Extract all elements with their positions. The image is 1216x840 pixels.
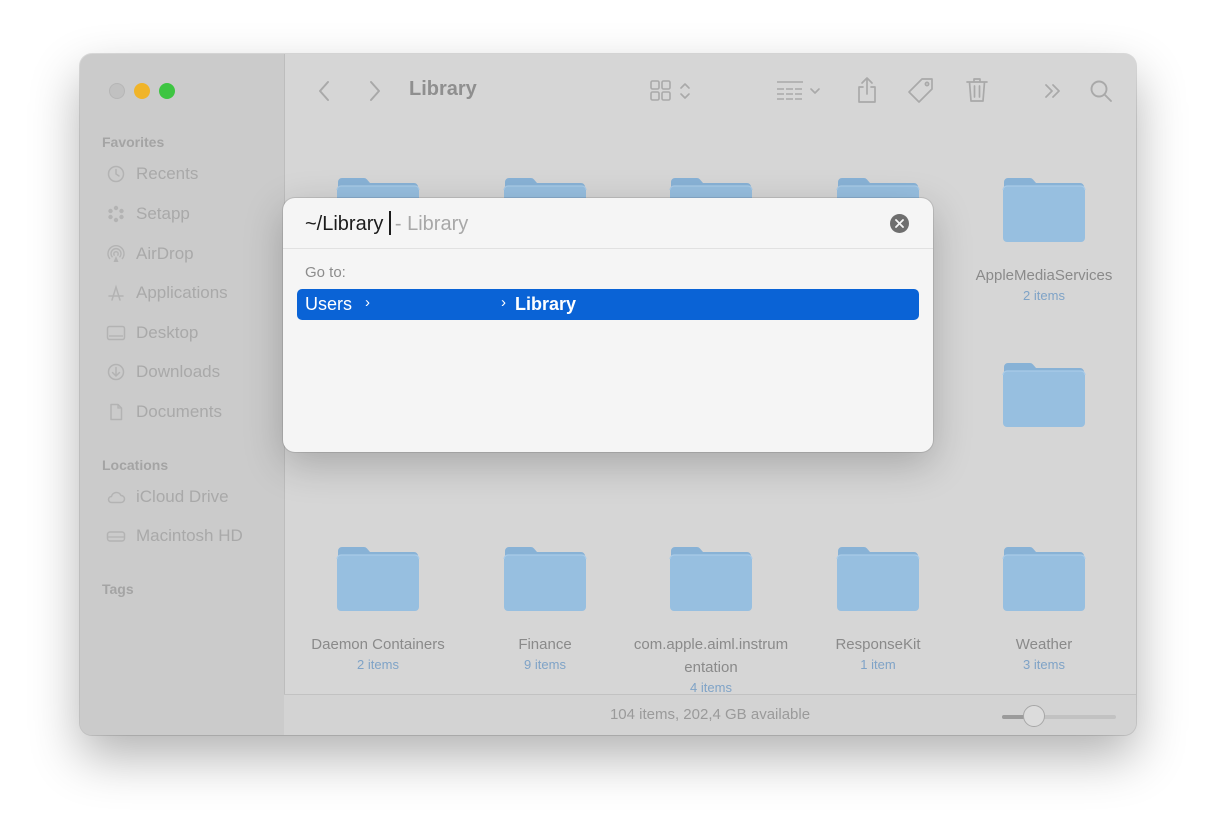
path-input-row[interactable]: ~/Library - Library — [283, 198, 933, 249]
folder-item[interactable]: Weather 3 items — [964, 541, 1124, 673]
sidebar-item-setapp[interactable]: Setapp — [106, 202, 190, 226]
sidebar-item-label: iCloud Drive — [136, 487, 229, 506]
share-icon[interactable] — [852, 74, 882, 106]
folder-name: Weather — [1015, 636, 1073, 653]
sidebar-item-label: Macintosh HD — [136, 526, 243, 545]
sidebar-item-applications[interactable]: Applications — [106, 281, 228, 305]
close-button[interactable] — [109, 83, 125, 99]
text-caret — [389, 211, 391, 235]
sidebar-item-airdrop[interactable]: AirDrop — [106, 242, 194, 266]
suggestion-part-library: Library — [515, 294, 577, 314]
window-title: Library — [409, 78, 477, 100]
folder-icon — [503, 547, 587, 611]
folder-item-count: 2 items — [357, 657, 399, 672]
locations-section-label: Locations — [102, 457, 169, 473]
folder-icon — [1002, 363, 1086, 427]
sidebar-item-desktop[interactable]: Desktop — [106, 321, 198, 345]
slider-fill — [1002, 715, 1025, 719]
sidebar-item-icloud-drive[interactable]: iCloud Drive — [106, 485, 229, 509]
sidebar-item-downloads[interactable]: Downloads — [106, 360, 220, 384]
toolbar: Library — [284, 54, 1136, 130]
folder-item[interactable]: Daemon Containers 2 items — [298, 541, 458, 673]
sidebar: Favorites Recents Setapp AirDrop Applica… — [80, 54, 285, 735]
sidebar-item-label: Documents — [136, 402, 222, 421]
tag-icon[interactable] — [904, 76, 938, 106]
folder-item[interactable]: AppleMediaServices 2 items — [964, 172, 1124, 304]
tags-section-label: Tags — [102, 581, 134, 597]
folder-icon — [836, 547, 920, 611]
chevron-right-icon[interactable] — [363, 76, 387, 106]
window-controls — [109, 83, 175, 99]
folder-name: com.apple.aiml.instrumentation — [633, 636, 789, 676]
folder-icon — [669, 547, 753, 611]
disk-icon — [106, 526, 126, 546]
folder-item[interactable]: ResponseKit 1 item — [798, 541, 958, 673]
folder-item-count: 3 items — [1023, 657, 1065, 672]
sidebar-item-recents[interactable]: Recents — [106, 162, 198, 186]
folder-item[interactable] — [964, 357, 1124, 449]
folder-name: Daemon Containers — [311, 636, 445, 653]
minimize-button[interactable] — [134, 83, 150, 99]
status-bar: 104 items, 202,4 GB available — [284, 694, 1136, 735]
path-separator-icon: › — [501, 294, 506, 311]
folder-icon — [336, 547, 420, 611]
sidebar-item-documents[interactable]: Documents — [106, 400, 222, 424]
icon-size-slider[interactable] — [1002, 715, 1116, 719]
folder-item-count: 2 items — [1023, 288, 1065, 303]
folder-icon — [1002, 178, 1086, 242]
sidebar-item-label: Setapp — [136, 204, 190, 223]
suggestion-row-selected[interactable]: Users › › Library — [297, 289, 919, 320]
trash-icon[interactable] — [962, 74, 992, 106]
clock-icon — [106, 164, 126, 184]
sidebar-item-label: AirDrop — [136, 244, 194, 263]
slider-knob[interactable] — [1023, 705, 1045, 727]
sidebar-item-macintosh-hd[interactable]: Macintosh HD — [106, 524, 243, 548]
folder-name: Finance — [518, 636, 572, 653]
double-chevron-icon[interactable] — [1040, 78, 1066, 104]
folder-item-count: 1 item — [860, 657, 896, 672]
airdrop-icon — [106, 244, 126, 264]
sidebar-item-label: Applications — [136, 283, 228, 302]
folder-item[interactable]: Finance 9 items — [465, 541, 625, 673]
document-icon — [106, 402, 126, 422]
folder-icon — [1002, 547, 1086, 611]
group-icon[interactable] — [773, 78, 827, 104]
suggestion-part-users: Users — [305, 294, 353, 314]
sidebar-item-label: Desktop — [136, 323, 199, 342]
folder-item[interactable]: com.apple.aiml.instrumentation 4 items — [631, 541, 791, 696]
folder-item-count: 9 items — [524, 657, 566, 672]
download-icon — [106, 362, 126, 382]
path-separator-icon: › — [365, 294, 370, 311]
zoom-button[interactable] — [159, 83, 175, 99]
applications-icon — [106, 283, 126, 303]
path-completion-hint: - Library — [394, 213, 469, 235]
search-icon[interactable] — [1086, 76, 1116, 106]
setapp-icon — [106, 204, 126, 224]
path-input-value: ~/Library — [305, 213, 384, 235]
cloud-icon — [106, 487, 126, 507]
go-to-folder-dialog: ~/Library - Library Go to: Users › › Libr… — [283, 198, 933, 452]
sidebar-item-label: Downloads — [136, 362, 221, 381]
clear-icon[interactable] — [890, 214, 909, 233]
folder-name: AppleMediaServices — [975, 267, 1113, 284]
path-input[interactable]: ~/Library - Library — [305, 211, 468, 236]
desktop-icon — [106, 323, 126, 343]
folder-name: ResponseKit — [835, 636, 921, 653]
goto-label: Go to: — [305, 264, 346, 281]
sidebar-item-label: Recents — [136, 164, 199, 183]
favorites-section-label: Favorites — [102, 134, 165, 150]
grid-view-icon[interactable] — [648, 78, 698, 104]
chevron-left-icon[interactable] — [312, 76, 336, 106]
